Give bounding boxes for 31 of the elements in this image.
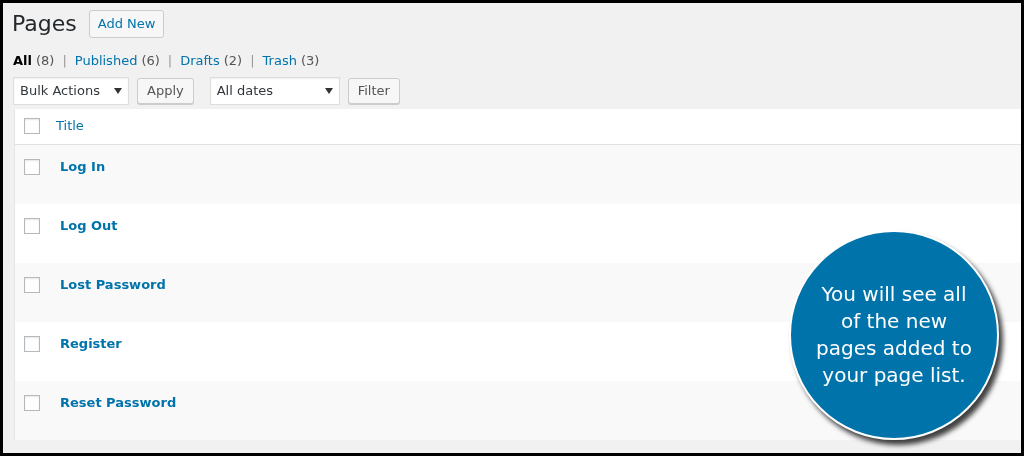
filter-link[interactable]: Trash [262,51,297,71]
page-title-link[interactable]: Reset Password [60,392,177,412]
page-title-link[interactable]: Log In [60,156,106,176]
page-title-link[interactable]: Log Out [60,215,118,235]
filter-button[interactable]: Filter [347,77,400,104]
filter-count: (6) [141,52,160,70]
page-title-link[interactable]: Lost Password [60,274,166,294]
separator: | [167,52,173,70]
filter-link[interactable]: Drafts [180,51,220,71]
row-checkbox[interactable] [24,335,40,352]
filter-link[interactable]: All [13,51,32,71]
row-checkbox[interactable] [24,394,40,411]
dropdown-arrow-icon [324,87,333,94]
column-header[interactable]: Title [56,116,84,136]
row-checkbox[interactable] [24,158,40,175]
page-title-link[interactable]: Register [60,333,122,353]
apply-button[interactable]: Apply [137,77,194,104]
filter-link[interactable]: Published [74,51,138,71]
separator: | [250,52,255,70]
separator: | [62,52,67,70]
select-all-checkbox[interactable] [24,118,40,134]
date-filter-dropdown[interactable]: All dates [209,76,340,105]
filter-count: (8) [36,52,55,70]
page-title: Pages [12,10,77,38]
filter-count: (2) [223,52,243,70]
bulk-actions-dropdown[interactable]: Bulk Actions [13,76,129,105]
add-new-button[interactable]: Add New [88,9,165,38]
row-checkbox[interactable] [24,276,40,293]
dropdown-arrow-icon [114,87,122,94]
filter-count: (3) [300,52,320,70]
row-checkbox[interactable] [24,217,40,234]
